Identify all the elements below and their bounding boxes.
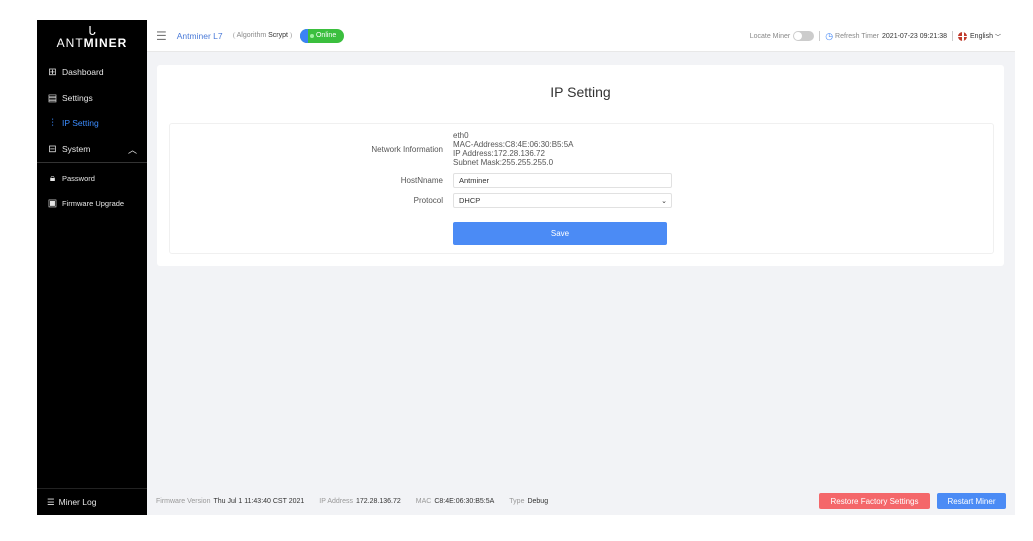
network-info-label: Network Information [371,145,443,154]
ip-address: IP Address:172.28.136.72 [453,149,545,158]
locate-miner-label: Locate Miner [749,32,791,40]
chip-icon: ▣ [47,197,58,209]
locate-miner-toggle[interactable] [793,31,815,41]
language-select[interactable]: English [970,33,993,40]
flag-icon [958,31,968,41]
divider [952,31,954,41]
menu-toggle-icon[interactable]: ☰ [156,29,167,43]
ip-setting-form: Network Information eth0 MAC-Address:C8:… [169,123,994,254]
logo-icon: ᒐ [88,24,96,38]
sidebar-item-password[interactable]: 🔒︎ Password [37,166,147,190]
firmware-version: Thu Jul 1 11:43:40 CST 2021 [213,498,305,505]
miner-model: Antminer L7 [176,30,223,41]
status-dot-icon [309,33,314,38]
firmware-version-label: Firmware Version [156,498,211,505]
sidebar-item-label: IP Setting [62,118,99,128]
logo-text-suffix: MINER [83,36,128,50]
refresh-time: 2021-07-23 09:21:38 [882,32,948,40]
protocol-label: Protocol [413,196,443,205]
sliders-icon: ⫶ [51,117,54,129]
log-icon: ☰ [47,496,55,507]
sidebar-item-label: System [62,144,91,154]
sidebar-item-label: Password [62,173,95,183]
sidebar-item-label: Settings [62,93,93,103]
sidebar-item-firmware-upgrade[interactable]: ▣ Firmware Upgrade [37,191,147,215]
sidebar-item-label: Dashboard [62,67,104,77]
hostname-label: HostNname [400,176,443,185]
lock-icon: 🔒︎ [49,172,56,184]
miner-log-button[interactable]: ☰ Miner Log [37,488,147,515]
algorithm-label: Algorithm [236,32,267,39]
sidebar: ᒐ ANTMINER ⊞ Dashboard ▤ Settings ⫶ IP Sett… [37,20,147,515]
subnet-mask: Subnet Mask:255.255.255.0 [453,158,554,167]
restart-miner-button[interactable]: Restart Miner [937,493,1006,509]
chevron-down-icon: ⌄ [661,197,667,205]
protocol-value: DHCP [459,196,481,205]
sidebar-item-settings[interactable]: ▤ Settings [37,86,147,110]
mac-label: MAC [415,498,432,505]
sidebar-item-dashboard[interactable]: ⊞ Dashboard [37,60,147,84]
restore-factory-button[interactable]: Restore Factory Settings [819,493,930,509]
interface-name: eth0 [453,131,469,140]
ip-address-value: 172.28.136.72 [356,498,401,505]
miner-log-label: Miner Log [58,497,97,507]
settings-icon: ▤ [47,92,58,104]
logo-text-prefix: ANT [56,36,84,50]
divider [819,31,821,41]
ip-address-label: IP Address [319,498,354,505]
clock-icon: ◷ [825,30,834,41]
divider [37,162,147,163]
mac-value: C8:4E:06:30:B5:5A [434,498,495,505]
page-title: IP Setting [550,84,611,100]
logo: ᒐ ANTMINER [37,20,147,64]
network-info: eth0 MAC-Address:C8:4E:06:30:B5:5A IP Ad… [453,131,574,167]
refresh-timer-label: Refresh Timer [835,32,880,40]
system-icon: ⊟ [48,143,57,155]
sidebar-item-label: Firmware Upgrade [62,198,125,208]
status-text: Online [315,32,337,39]
footer: Firmware Version Thu Jul 1 11:43:40 CST 2… [147,488,1015,515]
dashboard-icon: ⊞ [48,66,57,78]
sidebar-item-ip-setting[interactable]: ⫶ IP Setting [37,111,147,135]
chevron-down-icon[interactable]: ﹀ [995,32,1001,41]
mac-address: MAC-Address:C8:4E:06:30:B5:5A [453,140,574,149]
chevron-up-icon: ︿ [127,144,137,155]
app: ᒐ ANTMINER ⊞ Dashboard ▤ Settings ⫶ IP Sett… [37,20,1015,515]
algorithm-value: Scrypt [268,32,288,39]
algorithm-badge: Algorithm Scrypt [232,32,292,39]
type-value: Debug [527,498,549,505]
hostname-input[interactable]: Antminer [453,173,672,188]
protocol-select[interactable]: DHCP ⌄ [453,193,672,208]
sidebar-item-system[interactable]: ⊟ System ︿ [37,137,147,161]
ip-setting-card: IP Setting Network Information eth0 MAC-… [157,65,1004,266]
save-button[interactable]: Save [453,222,667,245]
type-label: Type [509,498,525,505]
header: ☰ Antminer L7 Algorithm Scrypt Online Lo… [147,20,1015,52]
status-badge: Online [299,28,345,43]
